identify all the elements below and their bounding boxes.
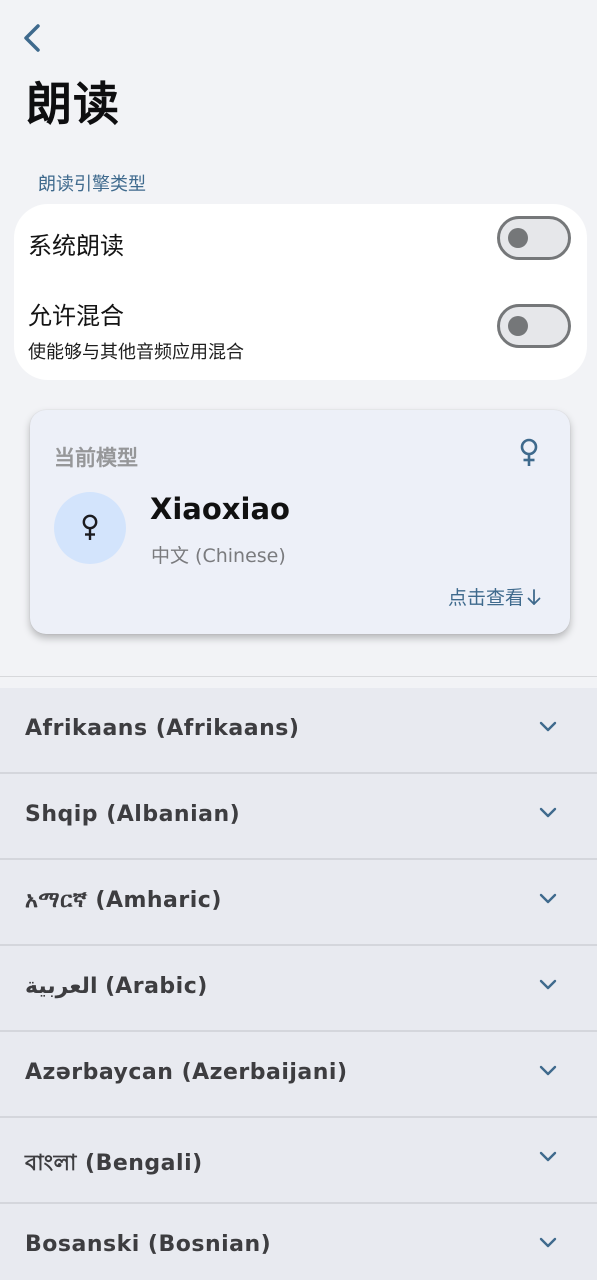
voice-avatar (54, 492, 126, 564)
chevron-down-icon (539, 721, 557, 732)
chevron-down-icon (539, 1065, 557, 1076)
language-item-azerbaijani[interactable]: Azərbaycan (Azerbaijani) (0, 1032, 597, 1118)
voice-name: Xiaoxiao (150, 492, 290, 526)
language-item-afrikaans[interactable]: Afrikaans (Afrikaans) (0, 688, 597, 774)
language-label: አማርኛ (Amharic) (25, 888, 222, 913)
system-tts-toggle[interactable] (497, 216, 571, 260)
female-icon (82, 514, 98, 540)
language-list: Afrikaans (Afrikaans) Shqip (Albanian) አ… (0, 688, 597, 1280)
language-label: Bosanski (Bosnian) (25, 1232, 272, 1257)
language-label: Azərbaycan (Azerbaijani) (25, 1060, 348, 1085)
current-model-card: 当前模型 Xiaoxiao 中文 (Chinese) 点击查看 (30, 410, 570, 634)
chevron-down-icon (539, 1237, 557, 1248)
language-label: বাংলা (Bengali) (25, 1151, 203, 1176)
engine-settings-card: 系统朗读 允许混合 使能够与其他音频应用混合 (14, 204, 587, 380)
allow-mix-toggle[interactable] (497, 304, 571, 348)
language-label: العربية (Arabic) (25, 974, 208, 999)
back-button[interactable] (14, 20, 50, 56)
chevron-down-icon (539, 807, 557, 818)
chevron-down-icon (539, 1151, 557, 1162)
toggle-knob (508, 228, 528, 248)
section-divider (0, 676, 597, 677)
language-item-albanian[interactable]: Shqip (Albanian) (0, 774, 597, 860)
language-item-amharic[interactable]: አማርኛ (Amharic) (0, 860, 597, 946)
system-tts-row: 系统朗读 (14, 214, 587, 270)
toggle-knob (508, 316, 528, 336)
allow-mix-title: 允许混合 (28, 302, 124, 330)
allow-mix-row: 允许混合 使能够与其他音频应用混合 (14, 290, 587, 370)
page-title: 朗读 (26, 77, 120, 131)
female-icon (520, 438, 538, 466)
voice-language: 中文 (Chinese) (151, 545, 286, 567)
language-item-arabic[interactable]: العربية (Arabic) (0, 946, 597, 1032)
arrow-down-icon (527, 588, 541, 605)
tts-settings-page: 朗读 朗读引擎类型 系统朗读 允许混合 使能够与其他音频应用混合 当前模型 Xi… (0, 0, 597, 1280)
view-details-label: 点击查看 (447, 587, 524, 609)
chevron-down-icon (539, 893, 557, 904)
allow-mix-subtitle: 使能够与其他音频应用混合 (28, 342, 244, 363)
chevron-left-icon (24, 24, 40, 52)
language-item-bosnian[interactable]: Bosanski (Bosnian) (0, 1204, 597, 1280)
current-model-label: 当前模型 (54, 446, 138, 470)
language-item-bengali[interactable]: বাংলা (Bengali) (0, 1118, 597, 1204)
chevron-down-icon (539, 979, 557, 990)
system-tts-title: 系统朗读 (28, 232, 124, 260)
engine-section-label: 朗读引擎类型 (38, 174, 146, 195)
language-label: Shqip (Albanian) (25, 802, 241, 827)
view-details-link[interactable]: 点击查看 (448, 583, 542, 610)
language-label: Afrikaans (Afrikaans) (25, 716, 300, 741)
